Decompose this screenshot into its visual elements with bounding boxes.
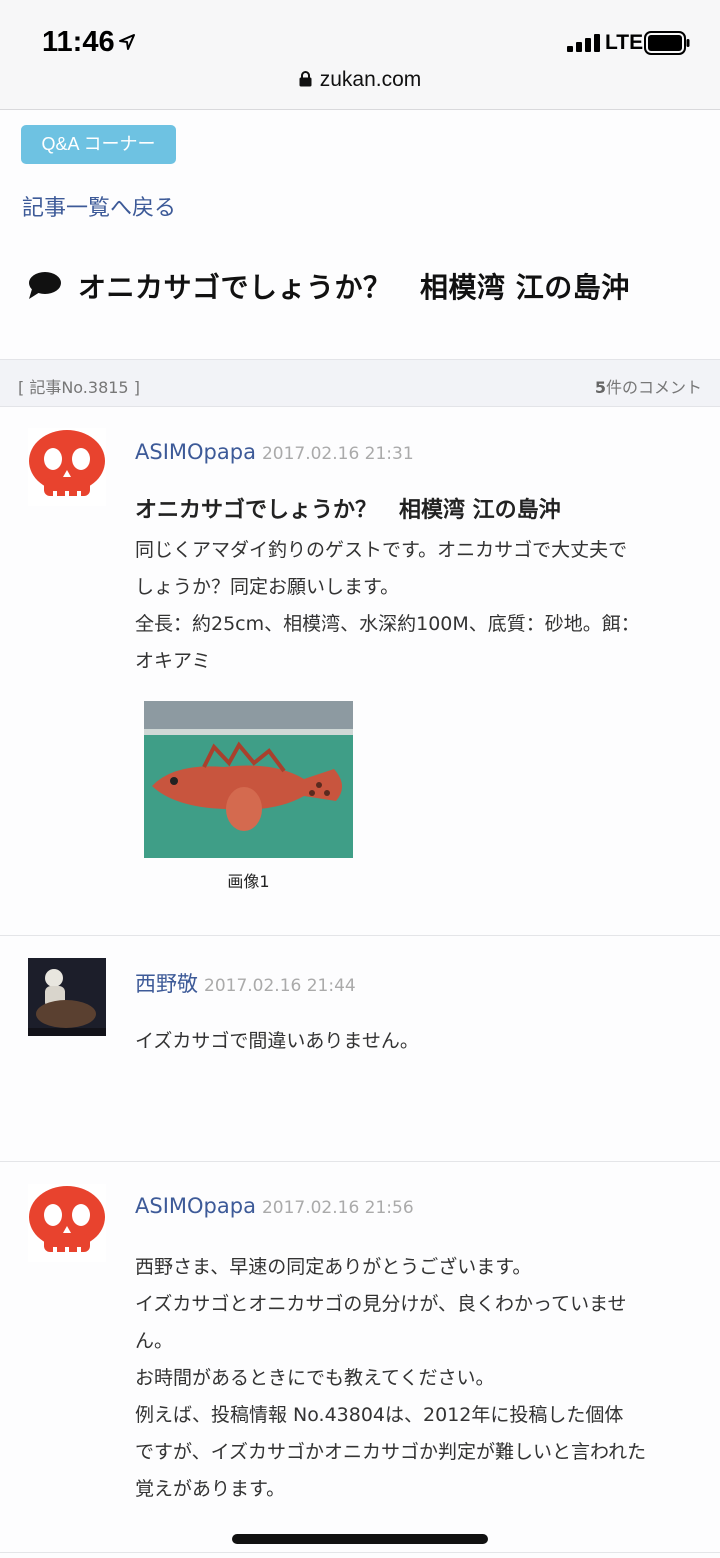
post-divider xyxy=(0,935,720,936)
signal-bars-icon xyxy=(567,34,600,52)
url-text: zukan.com xyxy=(319,68,422,91)
post-date: 2017.02.16 21:44 xyxy=(204,976,356,996)
post-author[interactable]: ASIMOpapa xyxy=(135,440,256,464)
post-date: 2017.02.16 21:31 xyxy=(261,444,414,464)
article-number: [ 記事No.3815 ] xyxy=(18,378,140,397)
bottom-divider xyxy=(0,1552,720,1553)
post-body-line: オキアミ xyxy=(135,650,211,672)
post-divider xyxy=(0,1161,720,1162)
post-author[interactable]: ASIMOpapa xyxy=(135,1194,256,1218)
comment-count-label: 件のコメント xyxy=(605,378,702,397)
comment-count[interactable]: 5件のコメント xyxy=(595,374,702,398)
post-body-line: 覚えがあります。 xyxy=(135,1478,286,1500)
post-body-line: 同じくアマダイ釣りのゲストです。オニカサゴで大丈夫で xyxy=(135,539,628,561)
lock-icon xyxy=(299,71,312,87)
post-title: オニカサゴでしょうか？ 相模湾 江の島沖 xyxy=(135,498,561,523)
post-body: イズカサゴで間違いありません。 xyxy=(135,1023,700,1060)
post-author[interactable]: 西野敬 xyxy=(135,972,198,996)
speech-bubble-icon xyxy=(29,272,61,299)
user-photo-avatar[interactable] xyxy=(28,958,106,1036)
post-body-line: しょうか？同定お願いします。 xyxy=(135,576,400,598)
post-body-line: 西野さま、早速の同定ありがとうございます。 xyxy=(135,1256,532,1278)
skull-avatar-icon[interactable] xyxy=(28,1184,106,1262)
post-date: 2017.02.16 21:56 xyxy=(261,1198,414,1218)
post-body-line: お時間があるときにでも教えてください。 xyxy=(135,1367,495,1389)
qa-corner-badge[interactable]: Q&A コーナー xyxy=(21,125,176,164)
post-body-line: ん。 xyxy=(135,1330,174,1352)
home-indicator[interactable] xyxy=(232,1534,488,1544)
post-body-line: 例えば、投稿情報 No.43804は、2012年に投稿した個体 xyxy=(135,1404,624,1426)
page-title-row: オニカサゴでしょうか？ 相模湾 江の島沖 xyxy=(26,266,706,306)
status-time: 11:46 xyxy=(42,26,115,58)
post-body: 同じくアマダイ釣りのゲストです。オニカサゴで大丈夫で しょうか？同定お願いします… xyxy=(135,532,700,680)
carrier-label: LTE xyxy=(605,31,644,54)
post-header: ASIMOpapa 2017.02.16 21:56 xyxy=(135,1194,414,1218)
location-arrow-icon xyxy=(119,34,135,50)
url-bar[interactable]: zukan.com xyxy=(0,68,720,92)
fish-photo[interactable] xyxy=(144,701,353,858)
article-meta-bar: [ 記事No.3815 ] 5件のコメント xyxy=(0,359,720,407)
post-body: 西野さま、早速の同定ありがとうございます。 イズカサゴとオニカサゴの見分けが、良… xyxy=(135,1249,700,1508)
skull-avatar-icon[interactable] xyxy=(28,428,106,506)
back-to-list-link[interactable]: 記事一覧へ戻る xyxy=(22,190,176,222)
page-title: オニカサゴでしょうか？ 相模湾 江の島沖 xyxy=(78,271,630,304)
post-body-line: ですが、イズカサゴかオニカサゴか判定が難しいと言われた xyxy=(135,1441,647,1463)
photo-caption: 画像1 xyxy=(227,872,270,891)
post-header: 西野敬 2017.02.16 21:44 xyxy=(135,968,356,998)
post-body-line: 全長：約25cm、相模湾、水深約100M、底質：砂地。餌： xyxy=(135,613,640,635)
post-body-line: イズカサゴで間違いありません。 xyxy=(135,1030,419,1052)
browser-top-bar: 11:46 LTE zukan.com xyxy=(0,0,720,110)
battery-icon xyxy=(644,31,690,55)
comment-count-number: 5 xyxy=(594,378,606,397)
post-header: ASIMOpapa 2017.02.16 21:31 xyxy=(135,440,414,464)
post-body-line: イズカサゴとオニカサゴの見分けが、良くわかっていませ xyxy=(135,1293,627,1315)
